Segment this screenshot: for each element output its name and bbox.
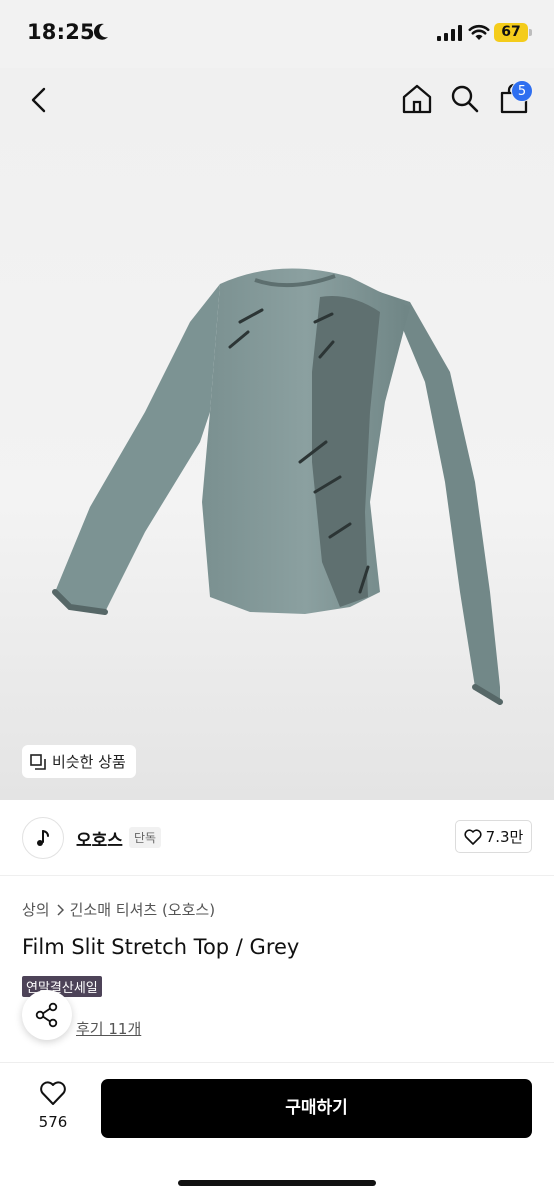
home-indicator (178, 1180, 376, 1186)
copy-icon (30, 753, 46, 770)
home-icon[interactable] (401, 83, 433, 115)
brand-logo[interactable] (22, 817, 64, 859)
heart-outline-icon (40, 1081, 66, 1105)
similar-products-button[interactable]: 비슷한 상품 (22, 745, 136, 778)
battery-indicator: 67 (494, 23, 528, 42)
breadcrumb-item[interactable]: 긴소매 티셔츠 (오호스) (70, 899, 215, 920)
share-button[interactable] (22, 990, 72, 1040)
heart-outline-icon (464, 828, 482, 845)
exclusive-badge: 단독 (129, 827, 162, 848)
buy-button[interactable]: 구매하기 (101, 1079, 532, 1138)
status-time: 18:25 (27, 20, 95, 44)
status-bar: 18:25 67 (0, 0, 554, 68)
search-icon[interactable] (450, 84, 480, 114)
product-title: Film Slit Stretch Top / Grey (22, 935, 300, 959)
wishlist-button[interactable] (30, 1080, 76, 1110)
breadcrumb-item[interactable]: 상의 (22, 899, 50, 920)
similar-products-label: 비슷한 상품 (52, 753, 126, 771)
music-note-icon (37, 830, 49, 846)
wishlist-count: 576 (38, 1113, 68, 1131)
wifi-icon (468, 24, 490, 40)
chevron-right-icon (57, 903, 64, 916)
product-page: 18:25 67 5 비슷한 상품 오호스 단독 7.3만 상의 긴소매 티셔츠… (0, 0, 554, 1200)
brand-row[interactable]: 오호스 단독 7.3만 (0, 800, 554, 876)
moon-icon (93, 23, 108, 40)
battery-tip (529, 29, 532, 36)
breadcrumb: 상의 긴소매 티셔츠 (오호스) (22, 899, 215, 920)
signal-icon (437, 25, 462, 41)
brand-like-count: 7.3만 (485, 828, 524, 846)
back-chevron-icon[interactable] (24, 83, 54, 117)
reviews-link[interactable]: 후기 11개 (76, 1018, 141, 1039)
share-icon (35, 1002, 58, 1028)
brand-name[interactable]: 오호스 (76, 826, 123, 851)
product-shirt-image (52, 268, 503, 705)
cart-count-badge: 5 (511, 80, 533, 102)
brand-like-button[interactable]: 7.3만 (455, 820, 532, 853)
